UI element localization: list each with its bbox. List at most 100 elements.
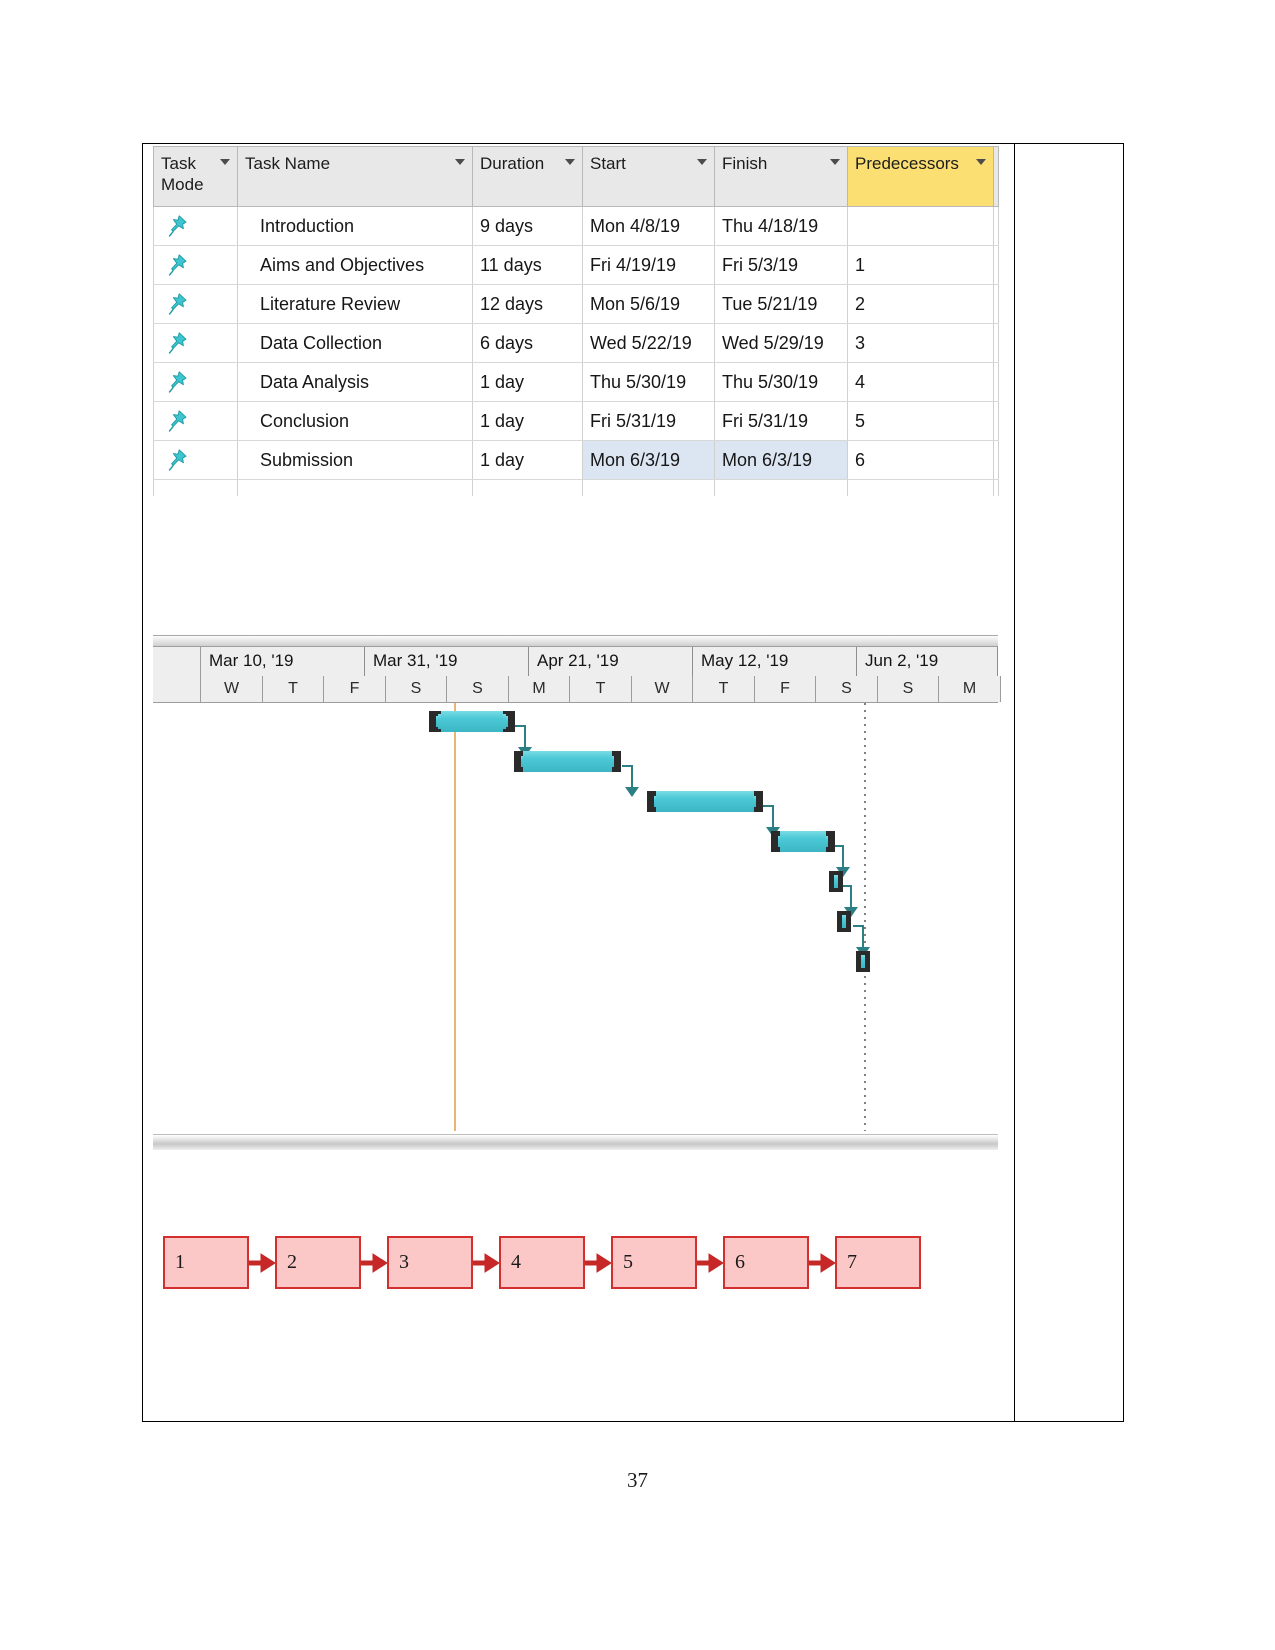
filter-dropdown-icon[interactable] [976, 159, 986, 165]
table-header-row: Task Mode Task Name Duration Start Finis… [153, 146, 999, 207]
task-start-cell[interactable]: Mon 5/6/19 [582, 284, 715, 324]
task-finish-cell[interactable]: Wed 5/29/19 [714, 323, 848, 363]
pushpin-icon [166, 292, 188, 316]
table-bottom-strip [153, 479, 999, 496]
task-duration-cell[interactable]: 11 days [472, 245, 583, 285]
task-name-cell[interactable]: Aims and Objectives [237, 245, 473, 285]
task-duration-cell[interactable]: 1 day [472, 401, 583, 441]
task-predecessors-cell[interactable]: 5 [847, 401, 994, 441]
task-duration-cell[interactable]: 6 days [472, 323, 583, 363]
table-bottom-strip-cell [993, 479, 999, 496]
task-duration-cell[interactable]: 9 days [472, 206, 583, 246]
table-row[interactable]: Data Analysis 1 day Thu 5/30/19 Thu 5/30/19… [153, 362, 999, 402]
task-mode-cell[interactable] [153, 245, 238, 285]
table-bottom-strip-cell [472, 479, 583, 496]
task-predecessors-cell[interactable]: 4 [847, 362, 994, 402]
gantt-timeline-weeks: Mar 10, '19 Mar 31, '19 Apr 21, '19 May 12,… [153, 647, 998, 676]
gantt-bar-submission[interactable] [856, 951, 870, 972]
filter-dropdown-icon[interactable] [565, 159, 575, 165]
task-mode-cell[interactable] [153, 206, 238, 246]
task-finish-cell[interactable]: Fri 5/31/19 [714, 401, 848, 441]
gantt-bar-literature-review[interactable] [647, 791, 763, 812]
task-name-cell[interactable]: Introduction [237, 206, 473, 246]
column-header-task-name[interactable]: Task Name [237, 146, 473, 207]
task-start-cell[interactable]: Fri 5/31/19 [582, 401, 715, 441]
task-predecessors-cell[interactable]: 2 [847, 284, 994, 324]
pushpin-icon [166, 214, 188, 238]
task-name-cell[interactable]: Data Analysis [237, 362, 473, 402]
timeline-gutter [153, 647, 201, 676]
task-finish-cell[interactable]: Thu 5/30/19 [714, 362, 848, 402]
flow-node[interactable]: 5 [611, 1236, 697, 1289]
flow-node[interactable]: 7 [835, 1236, 921, 1289]
task-name-cell[interactable]: Data Collection [237, 323, 473, 363]
timeline-day-label: T [263, 676, 324, 702]
task-overflow-cell [993, 401, 999, 441]
task-finish-cell[interactable]: Mon 6/3/19 [714, 440, 848, 480]
task-predecessors-cell[interactable]: 3 [847, 323, 994, 363]
gantt-bars-svg [429, 703, 870, 1131]
column-header-task-name-label: Task Name [245, 154, 331, 173]
ms-project-screenshot: Task Mode Task Name Duration Start Finis… [153, 146, 1001, 1404]
filter-dropdown-icon[interactable] [830, 159, 840, 165]
column-header-start-label: Start [590, 154, 626, 173]
flow-node[interactable]: 2 [275, 1236, 361, 1289]
column-header-finish[interactable]: Finish [714, 146, 848, 207]
flow-node[interactable]: 1 [163, 1236, 249, 1289]
timeline-gutter [153, 676, 201, 702]
task-finish-cell[interactable]: Fri 5/3/19 [714, 245, 848, 285]
task-predecessors-cell[interactable] [847, 206, 994, 246]
timeline-day-label: T [693, 676, 755, 702]
filter-dropdown-icon[interactable] [455, 159, 465, 165]
task-mode-cell[interactable] [153, 284, 238, 324]
flow-node[interactable]: 3 [387, 1236, 473, 1289]
task-overflow-cell [993, 362, 999, 402]
task-finish-cell[interactable]: Tue 5/21/19 [714, 284, 848, 324]
table-row[interactable]: Aims and Objectives 11 days Fri 4/19/19 Fri… [153, 245, 999, 285]
flow-node[interactable]: 4 [499, 1236, 585, 1289]
task-name-cell[interactable]: Submission [237, 440, 473, 480]
task-predecessors-cell[interactable]: 6 [847, 440, 994, 480]
task-start-cell[interactable]: Wed 5/22/19 [582, 323, 715, 363]
task-predecessors-cell[interactable]: 1 [847, 245, 994, 285]
task-duration-cell[interactable]: 12 days [472, 284, 583, 324]
task-mode-cell[interactable] [153, 401, 238, 441]
table-row[interactable]: Conclusion 1 day Fri 5/31/19 Fri 5/31/19 5 [153, 401, 999, 441]
task-duration-cell[interactable]: 1 day [472, 440, 583, 480]
task-start-cell[interactable]: Fri 4/19/19 [582, 245, 715, 285]
task-finish-cell[interactable]: Thu 4/18/19 [714, 206, 848, 246]
page-number: 37 [627, 1468, 648, 1492]
table-row[interactable]: Submission 1 day Mon 6/3/19 Mon 6/3/19 6 [153, 440, 999, 480]
timeline-day-label: W [201, 676, 263, 702]
task-mode-cell[interactable] [153, 323, 238, 363]
flow-node[interactable]: 6 [723, 1236, 809, 1289]
gantt-bar-data-analysis[interactable] [829, 871, 843, 892]
column-header-start[interactable]: Start [582, 146, 715, 207]
task-overflow-cell [993, 284, 999, 324]
task-start-cell[interactable]: Mon 4/8/19 [582, 206, 715, 246]
task-mode-cell[interactable] [153, 440, 238, 480]
column-header-task-mode[interactable]: Task Mode [153, 146, 238, 207]
task-duration-cell[interactable]: 1 day [472, 362, 583, 402]
table-row[interactable]: Data Collection 6 days Wed 5/22/19 Wed 5/29… [153, 323, 999, 363]
gantt-bar-aims-and-objectives[interactable] [514, 751, 621, 772]
task-name-cell[interactable]: Literature Review [237, 284, 473, 324]
column-header-duration-label: Duration [480, 154, 545, 173]
task-mode-cell[interactable] [153, 362, 238, 402]
gantt-bar-introduction[interactable] [429, 711, 515, 732]
column-header-duration[interactable]: Duration [472, 146, 583, 207]
task-start-cell[interactable]: Thu 5/30/19 [582, 362, 715, 402]
gantt-bar-data-collection[interactable] [771, 831, 835, 852]
filter-dropdown-icon[interactable] [697, 159, 707, 165]
table-row[interactable]: Introduction 9 days Mon 4/8/19 Thu 4/18/19 [153, 206, 999, 246]
table-row[interactable]: Literature Review 12 days Mon 5/6/19 Tue 5/… [153, 284, 999, 324]
task-name-cell[interactable]: Conclusion [237, 401, 473, 441]
pushpin-icon [166, 253, 188, 277]
task-start-cell[interactable]: Mon 6/3/19 [582, 440, 715, 480]
table-bottom-strip-cell [847, 479, 994, 496]
timeline-day-label: F [755, 676, 816, 702]
filter-dropdown-icon[interactable] [220, 159, 230, 165]
document-page-column-divider [1014, 143, 1015, 1422]
gantt-bar-conclusion[interactable] [837, 911, 851, 932]
column-header-predecessors[interactable]: Predecessors [847, 146, 994, 207]
